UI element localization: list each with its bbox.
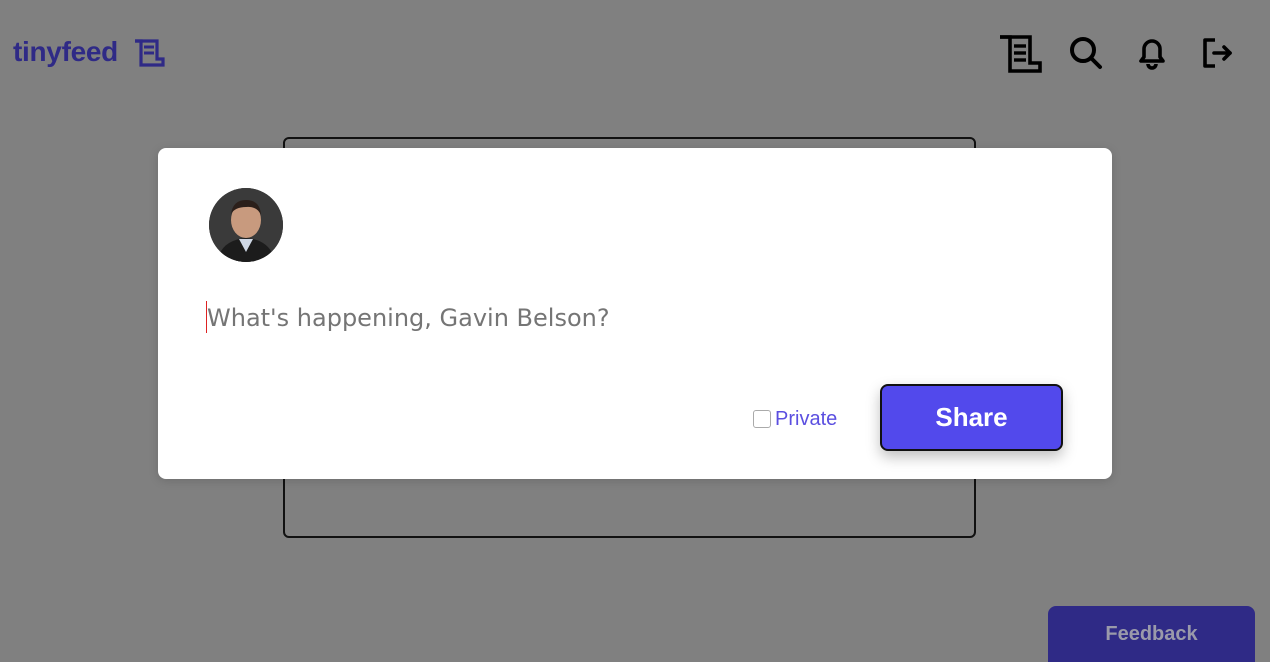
private-toggle[interactable]: Private <box>753 407 837 431</box>
private-label: Private <box>775 407 838 430</box>
user-avatar-image <box>209 188 283 262</box>
private-checkbox[interactable] <box>753 410 771 428</box>
feedback-button[interactable]: Feedback <box>1048 606 1255 662</box>
compose-modal: Private Share <box>158 148 1112 479</box>
search-button[interactable] <box>1061 28 1111 78</box>
bell-icon <box>1139 39 1165 70</box>
notifications-button[interactable] <box>1127 28 1177 78</box>
top-nav <box>0 28 1270 78</box>
share-button[interactable]: Share <box>880 384 1063 451</box>
scroll-icon <box>1000 35 1042 73</box>
feed-button[interactable] <box>995 28 1045 78</box>
avatar <box>209 188 283 262</box>
post-composer-input[interactable] <box>206 298 1067 338</box>
logout-icon <box>1203 38 1232 68</box>
logout-button[interactable] <box>1193 28 1243 78</box>
search-icon <box>1070 37 1102 69</box>
